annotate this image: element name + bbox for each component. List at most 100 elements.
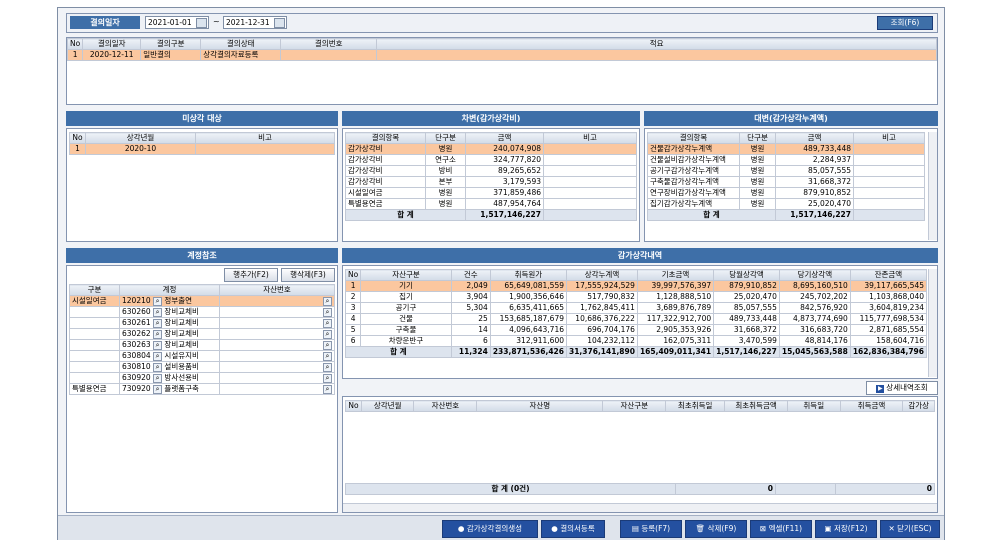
- cell: 25,020,470: [713, 291, 780, 303]
- asset-cell[interactable]: ⌕: [219, 339, 335, 351]
- account-cell[interactable]: 630920 ⌕ 방사선용비: [119, 372, 220, 384]
- cell: 517,790,832: [566, 291, 638, 303]
- total-value: 0: [675, 483, 776, 495]
- table-row[interactable]: 4 건물 25 153,685,187,679 10,686,376,222 117,32…: [344, 313, 928, 325]
- search-icon[interactable]: ⌕: [323, 373, 332, 383]
- table-row[interactable]: 집기감가상각누계액 병원 25,020,470: [647, 198, 925, 210]
- asset-cell[interactable]: ⌕: [219, 383, 335, 395]
- account-cell[interactable]: 630263 ⌕ 장비교체비: [119, 339, 220, 351]
- table-row[interactable]: 공기구감가상각누계액 병원 85,057,555: [647, 165, 925, 177]
- date-from-value: 2021-01-01: [148, 18, 192, 27]
- search-icon[interactable]: ⌕: [323, 307, 332, 317]
- search-icon[interactable]: ⌕: [323, 340, 332, 350]
- table-row[interactable]: 특별용연금 병원 487,954,764: [345, 198, 637, 210]
- search-icon[interactable]: ⌕: [153, 351, 163, 361]
- table-row[interactable]: 2 집기 3,904 1,900,356,646 517,790,832 1,128,88…: [344, 291, 928, 303]
- search-icon[interactable]: ⌕: [153, 373, 163, 383]
- asset-cell[interactable]: ⌕: [219, 306, 335, 318]
- detail-hscrollbar[interactable]: [343, 503, 937, 512]
- delete-row-button[interactable]: 행삭제(F3): [281, 268, 335, 282]
- table-row[interactable]: 1 2020-12-11 일반결의 상각결의자료등록: [66, 49, 937, 61]
- search-icon[interactable]: ⌕: [153, 340, 163, 350]
- search-icon[interactable]: ⌕: [153, 329, 163, 339]
- save-button[interactable]: ▣ 저장(F12): [815, 520, 877, 538]
- generate-button[interactable]: ● 감가상각결의생성: [442, 520, 538, 538]
- asset-cell[interactable]: ⌕: [219, 361, 335, 373]
- cell: 5,304: [450, 302, 491, 314]
- account-cell[interactable]: 630262 ⌕ 장비교체비: [119, 328, 220, 340]
- search-icon[interactable]: ⌕: [323, 362, 332, 372]
- close-button[interactable]: ✕ 닫기(ESC): [880, 520, 940, 538]
- account-cell[interactable]: 630261 ⌕ 장비교체비: [119, 317, 220, 329]
- register-button[interactable]: ▤ 등록(F7): [620, 520, 682, 538]
- table-row[interactable]: 감가상각비 연구소 324,777,820: [345, 154, 637, 166]
- table-row[interactable]: 630262 ⌕ 장비교체비 ⌕: [69, 328, 335, 340]
- asset-cell[interactable]: ⌕: [219, 350, 335, 362]
- cell: 시설일여금: [345, 187, 426, 199]
- asset-cell[interactable]: ⌕: [219, 317, 335, 329]
- asset-cell[interactable]: ⌕: [219, 372, 335, 384]
- asset-cell[interactable]: ⌕: [219, 328, 335, 340]
- delete-button[interactable]: 🗑 삭제(F9): [685, 520, 747, 538]
- table-row[interactable]: 감가상각비 본부 3,179,593: [345, 176, 637, 188]
- credit-scrollbar[interactable]: [928, 132, 937, 240]
- search-icon[interactable]: ⌕: [323, 384, 332, 394]
- account-cell[interactable]: 630804 ⌕ 시설유지비: [119, 350, 220, 362]
- table-row[interactable]: 5 구축물 14 4,096,643,716 696,704,176 2,905,353,…: [344, 324, 928, 336]
- account-cell[interactable]: 730920 ⌕ 플랫폼구축: [119, 383, 220, 395]
- account-cell[interactable]: 120210 ⌕ 정부출연: [119, 295, 220, 307]
- asset-cell[interactable]: ⌕: [219, 295, 335, 307]
- dot-icon: ●: [551, 524, 561, 533]
- table-row[interactable]: 630263 ⌕ 장비교체비 ⌕: [69, 339, 335, 351]
- table-row[interactable]: 3 공기구 5,304 6,635,411,665 1,762,845,411 3,689…: [344, 302, 928, 314]
- search-icon[interactable]: ⌕: [323, 351, 332, 361]
- date-to-input[interactable]: 2021-12-31: [223, 16, 287, 29]
- table-row[interactable]: 630920 ⌕ 방사선용비 ⌕: [69, 372, 335, 384]
- search-icon[interactable]: ⌕: [323, 329, 332, 339]
- table-row[interactable]: 1 2020-10: [69, 143, 335, 155]
- calendar-icon[interactable]: [274, 18, 285, 28]
- table-row[interactable]: 시설일여금 병원 371,859,486: [345, 187, 637, 199]
- table-row[interactable]: 630810 ⌕ 설비용품비 ⌕: [69, 361, 335, 373]
- table-row[interactable]: 시설일여금 120210 ⌕ 정부출연 ⌕: [69, 295, 335, 307]
- total-value: 31,376,141,890: [566, 346, 638, 358]
- calendar-icon[interactable]: [196, 18, 207, 28]
- register-doc-button[interactable]: ● 결의서등록: [541, 520, 605, 538]
- search-icon[interactable]: ⌕: [153, 307, 163, 317]
- excel-button[interactable]: ⊠ 엑셀(F11): [750, 520, 812, 538]
- search-icon[interactable]: ⌕: [323, 318, 332, 328]
- search-bar: 결의일자 2021-01-01 ~ 2021-12-31 조회(F6): [66, 13, 938, 33]
- cell: 25,020,470: [775, 198, 854, 210]
- table-row[interactable]: 연구장비감가상각누계액 병원 879,910,852: [647, 187, 925, 199]
- cell: 일반결의: [140, 49, 202, 61]
- account-name: 장비교체비: [164, 340, 199, 350]
- table-row[interactable]: 630804 ⌕ 시설유지비 ⌕: [69, 350, 335, 362]
- cell: [853, 176, 925, 188]
- cell: 489,733,448: [713, 313, 780, 325]
- table-row[interactable]: 1 기기 2,049 65,649,081,559 17,555,924,529 39,9…: [344, 280, 928, 292]
- search-icon[interactable]: ⌕: [153, 296, 163, 306]
- search-icon[interactable]: ⌕: [153, 384, 163, 394]
- search-icon[interactable]: ⌕: [153, 318, 163, 328]
- cell: 병원: [425, 187, 466, 199]
- search-icon[interactable]: ⌕: [323, 296, 332, 306]
- detail-button[interactable]: ▶ 상세내역조회: [866, 381, 938, 395]
- table-row[interactable]: 건물설비감가상각누계액 병원 2,284,937: [647, 154, 925, 166]
- table-row[interactable]: 특별용연금 730920 ⌕ 플랫폼구축 ⌕: [69, 383, 335, 395]
- account-cell[interactable]: 630260 ⌕ 장비교체비: [119, 306, 220, 318]
- add-row-button[interactable]: 행추가(F2): [224, 268, 278, 282]
- table-row[interactable]: 630261 ⌕ 장비교체비 ⌕: [69, 317, 335, 329]
- total-label: 합 계: [345, 346, 452, 358]
- search-icon[interactable]: ⌕: [153, 362, 163, 372]
- date-from-input[interactable]: 2021-01-01: [145, 16, 209, 29]
- dep-scrollbar[interactable]: [928, 269, 937, 377]
- table-row[interactable]: 6 차량운반구 6 312,911,600 104,232,112 162,075,311…: [344, 335, 928, 347]
- table-row[interactable]: 건물감가상각누계액 병원 489,733,448: [647, 143, 925, 155]
- table-row[interactable]: 감가상각비 병원 240,074,908: [345, 143, 637, 155]
- table-row[interactable]: 구축물감가상각누계액 병원 31,668,372: [647, 176, 925, 188]
- account-cell[interactable]: 630810 ⌕ 설비용품비: [119, 361, 220, 373]
- detail-col: 취득금액: [839, 400, 904, 412]
- search-button[interactable]: 조회(F6): [877, 16, 933, 30]
- table-row[interactable]: 630260 ⌕ 장비교체비 ⌕: [69, 306, 335, 318]
- table-row[interactable]: 감가상각비 방비 89,265,652: [345, 165, 637, 177]
